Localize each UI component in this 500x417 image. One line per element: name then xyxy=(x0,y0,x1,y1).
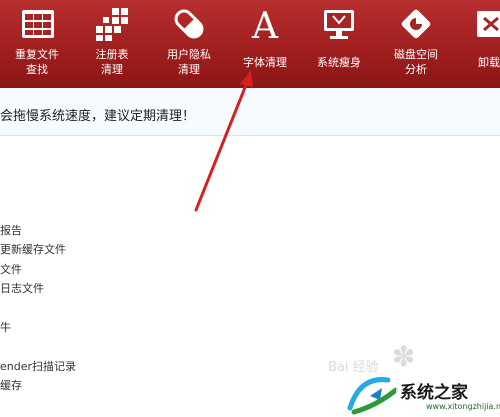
font-clean-button[interactable]: A 字体清理 xyxy=(228,0,302,88)
notice-text: 会拖慢系统速度，建议定期清理！ xyxy=(0,109,196,124)
toolbar-item-label: 磁盘空间 分析 xyxy=(394,48,438,76)
duplicate-file-finder-button[interactable]: 重复文件 查找 xyxy=(0,0,74,88)
notice-bar: 会拖慢系统速度，建议定期清理！ xyxy=(0,88,500,136)
toolbar-item-label: 系统瘦身 xyxy=(317,56,361,69)
registry-blocks-icon xyxy=(96,8,128,41)
toolbar-item-label: 卸载 xyxy=(478,56,500,69)
list-item[interactable]: 日志文件 xyxy=(0,280,44,296)
grid-icon xyxy=(22,10,54,38)
privacy-clean-button[interactable]: 用户隐私 清理 xyxy=(150,0,228,88)
list-item[interactable]: 牛 xyxy=(0,319,11,335)
uninstall-icon xyxy=(477,11,500,37)
privacy-pill-icon xyxy=(174,9,204,39)
toolbar-item-label: 字体清理 xyxy=(243,56,287,69)
registry-clean-button[interactable]: 注册表 清理 xyxy=(74,0,150,88)
list-item[interactable]: 文件 xyxy=(0,261,22,277)
svg-text:A: A xyxy=(251,6,279,42)
list-item[interactable]: 更新缓存文件 xyxy=(0,241,66,257)
toolbar-item-label: 用户隐私 清理 xyxy=(167,48,211,76)
monitor-icon xyxy=(324,10,354,39)
list-item[interactable]: 缓存 xyxy=(0,377,22,393)
disk-analysis-icon xyxy=(401,9,431,39)
toolbar: 重复文件 查找 注册表 清理 用户隐私 清理 A 字体清理 系统瘦身 磁盘空间 … xyxy=(0,0,500,88)
system-slim-button[interactable]: 系统瘦身 xyxy=(302,0,376,88)
toolbar-item-label: 重复文件 查找 xyxy=(15,48,59,76)
watermark-url: www.xitongzhijia.net xyxy=(426,402,500,411)
list-item[interactable]: 报告 xyxy=(0,222,22,238)
disk-analysis-button[interactable]: 磁盘空间 分析 xyxy=(376,0,456,88)
uninstall-button[interactable]: 卸载 xyxy=(456,0,500,88)
toolbar-item-label: 注册表 清理 xyxy=(95,48,129,76)
font-a-icon: A xyxy=(251,6,279,42)
list-item[interactable]: ender扫描记录 xyxy=(0,358,76,374)
watermark-brand: 系统之家 xyxy=(400,383,468,403)
